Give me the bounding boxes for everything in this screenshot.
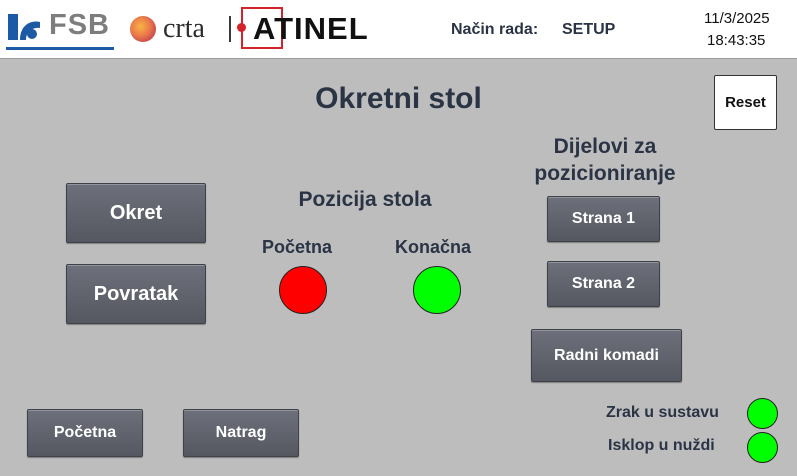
atinel-logo-dot-icon — [237, 23, 246, 32]
time-display: 18:43:35 — [707, 32, 766, 49]
home-button[interactable]: Početna — [27, 409, 143, 457]
end-position-label: Konačna — [395, 237, 472, 257]
strana-2-button[interactable]: Strana 2 — [547, 261, 660, 307]
crta-logo-icon — [125, 12, 156, 46]
page-title: Okretni stol — [315, 82, 482, 115]
header-bar: FSB crta ATINEL Način rada: SETUP 11/3/2… — [0, 0, 797, 59]
emergency-stop-indicator — [747, 432, 778, 463]
atinel-logo-text: ATINEL — [253, 11, 369, 46]
fsb-logo-text: FSB — [49, 9, 110, 41]
emergency-stop-label: Isklop u nuždi — [608, 437, 715, 454]
povratak-button[interactable]: Povratak — [66, 264, 206, 324]
reset-button[interactable]: Reset — [714, 75, 777, 130]
air-status-label: Zrak u sustavu — [606, 404, 719, 421]
atinel-logo: ATINEL — [237, 7, 401, 51]
date-display: 11/3/2025 — [704, 10, 770, 27]
back-button[interactable]: Natrag — [183, 409, 299, 457]
air-status-indicator — [747, 398, 778, 429]
end-position-indicator — [413, 266, 461, 314]
crta-logo-text: crta — [163, 13, 205, 44]
logo-separator — [229, 16, 231, 42]
positioning-parts-heading: Dijelovi za pozicioniranje — [534, 135, 676, 185]
strana-1-button[interactable]: Strana 1 — [547, 196, 660, 242]
radni-komadi-button[interactable]: Radni komadi — [531, 329, 682, 382]
mode-value: SETUP — [562, 21, 616, 38]
start-position-label: Početna — [262, 237, 333, 257]
start-position-indicator — [279, 266, 327, 314]
mode-label: Način rada: — [451, 21, 539, 38]
fsb-logo-underline — [6, 47, 114, 50]
fsb-logo-icon — [8, 14, 40, 40]
